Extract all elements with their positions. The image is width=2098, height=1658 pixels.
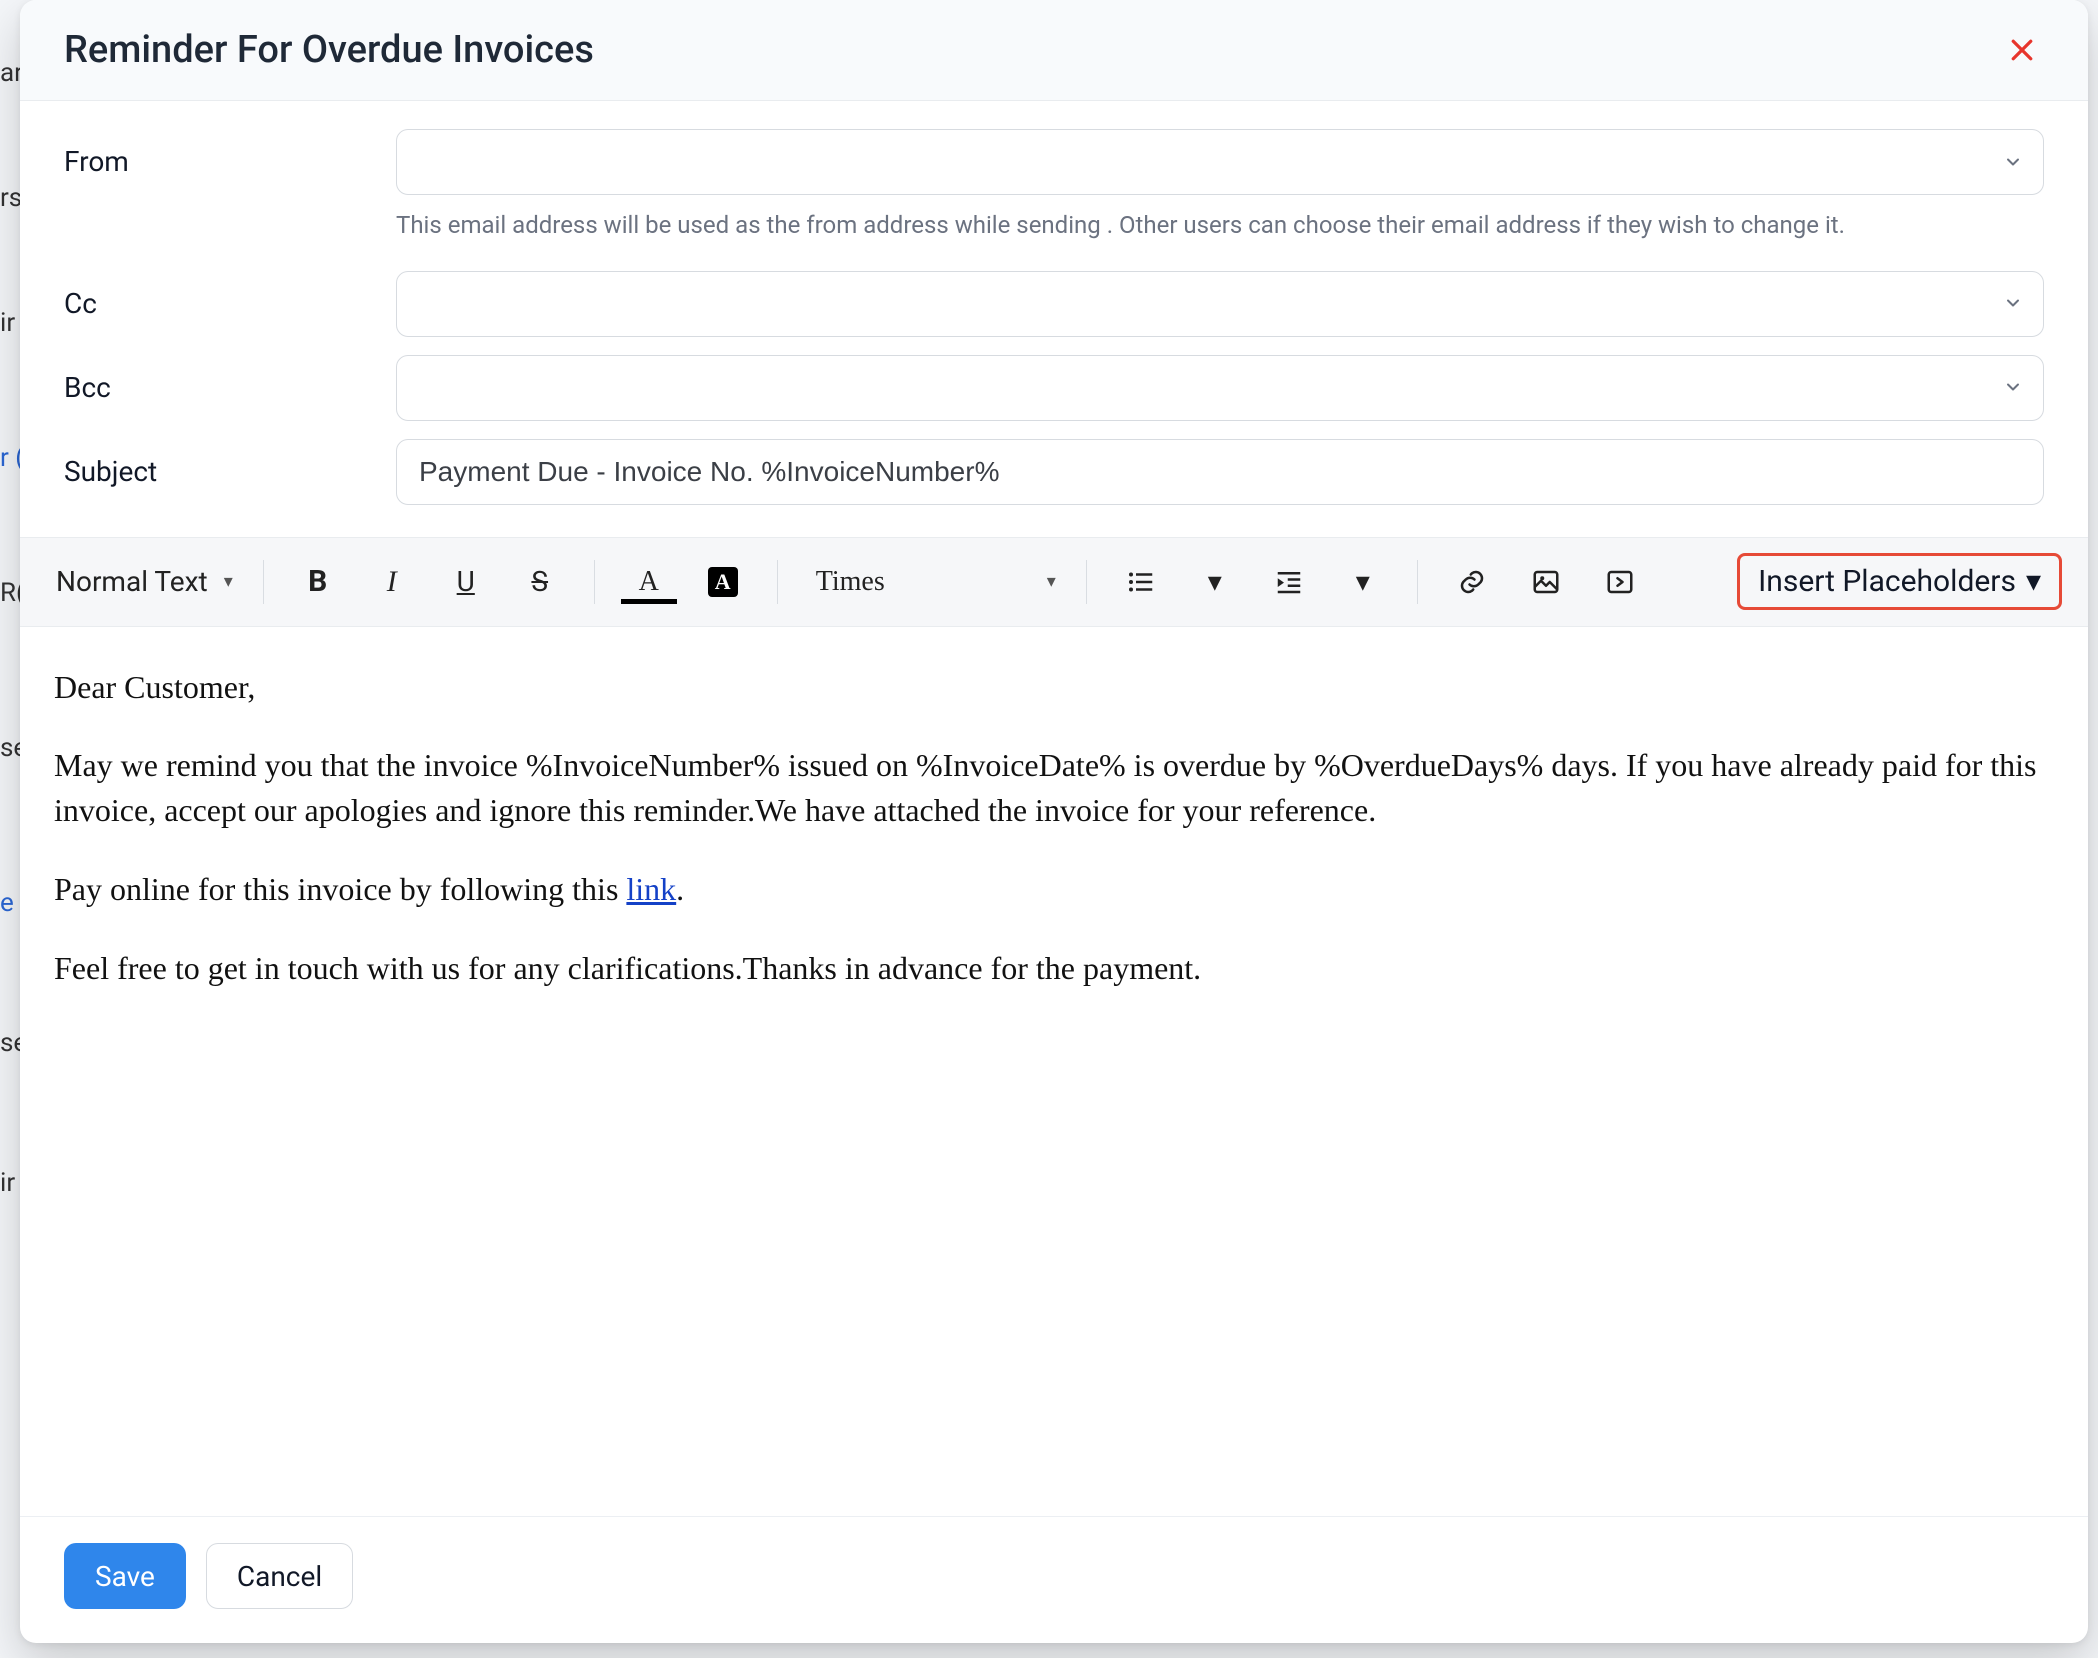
- bg-text: ir: [0, 1168, 15, 1198]
- caret-down-icon: ▾: [224, 571, 233, 592]
- reminder-modal: Reminder For Overdue Invoices From: [20, 0, 2088, 1643]
- cc-select[interactable]: [396, 271, 2044, 337]
- insert-link-button[interactable]: [1438, 554, 1506, 610]
- toolbar-separator: [777, 560, 778, 604]
- subject-input[interactable]: [417, 455, 2023, 489]
- email-form: From This email address will be used as …: [20, 101, 2088, 537]
- editor-pay-line: Pay online for this invoice by following…: [54, 867, 2054, 912]
- underline-button[interactable]: U: [432, 554, 500, 610]
- bullet-list-icon: [1126, 567, 1156, 597]
- image-icon: [1531, 567, 1561, 597]
- indent-button[interactable]: [1255, 554, 1323, 610]
- subject-label: Subject: [64, 439, 364, 488]
- toolbar-separator: [263, 560, 264, 604]
- insert-image-button[interactable]: [1512, 554, 1580, 610]
- modal-body: From This email address will be used as …: [20, 101, 2088, 1516]
- modal-header: Reminder For Overdue Invoices: [20, 0, 2088, 101]
- list-options-button[interactable]: ▾: [1181, 554, 1249, 610]
- font-color-button[interactable]: A: [615, 554, 683, 610]
- italic-button[interactable]: I: [358, 554, 426, 610]
- editor-toolbar: Normal Text ▾ B I U S A A Times: [20, 537, 2088, 627]
- code-view-button[interactable]: [1586, 554, 1654, 610]
- link-icon: [1457, 567, 1487, 597]
- chevron-down-icon: [2003, 287, 2023, 320]
- bold-button[interactable]: B: [284, 554, 352, 610]
- toolbar-separator: [1086, 560, 1087, 604]
- bg-text: e: [0, 888, 14, 918]
- editor-greeting: Dear Customer,: [54, 665, 2054, 710]
- code-icon: [1605, 567, 1635, 597]
- modal-title: Reminder For Overdue Invoices: [64, 28, 594, 72]
- cancel-button[interactable]: Cancel: [206, 1543, 353, 1609]
- chevron-down-icon: [2003, 146, 2023, 179]
- email-body-editor[interactable]: Dear Customer, May we remind you that th…: [20, 627, 2088, 1516]
- pay-prefix: Pay online for this invoice by following…: [54, 871, 626, 907]
- from-hint: This email address will be used as the f…: [396, 209, 2044, 243]
- pay-link[interactable]: link: [626, 871, 676, 907]
- save-button[interactable]: Save: [64, 1543, 186, 1609]
- bg-color-button[interactable]: A: [689, 554, 757, 610]
- indent-options-button[interactable]: ▾: [1329, 554, 1397, 610]
- strikethrough-button[interactable]: S: [506, 554, 574, 610]
- text-style-dropdown[interactable]: Normal Text ▾: [46, 554, 243, 610]
- text-style-label: Normal Text: [56, 565, 208, 598]
- font-color-indicator: [621, 599, 677, 604]
- caret-down-icon: ▾: [1047, 571, 1056, 592]
- bullet-list-button[interactable]: [1107, 554, 1175, 610]
- font-family-label: Times: [816, 566, 885, 598]
- chevron-down-icon: [2003, 371, 2023, 404]
- toolbar-separator: [594, 560, 595, 604]
- from-label: From: [64, 129, 364, 178]
- bg-text: rs: [0, 183, 22, 213]
- caret-down-icon: ▾: [1208, 565, 1222, 598]
- insert-placeholders-label: Insert Placeholders: [1758, 564, 2016, 599]
- from-select[interactable]: [396, 129, 2044, 195]
- bg-color-icon: A: [708, 567, 738, 597]
- bg-text: ir: [0, 308, 15, 338]
- cc-label: Cc: [64, 271, 364, 320]
- close-icon: [2007, 35, 2037, 65]
- bcc-select[interactable]: [396, 355, 2044, 421]
- close-button[interactable]: [2000, 28, 2044, 72]
- modal-footer: Save Cancel: [20, 1516, 2088, 1643]
- bcc-label: Bcc: [64, 355, 364, 404]
- editor-closing: Feel free to get in touch with us for an…: [54, 946, 2054, 991]
- toolbar-separator: [1417, 560, 1418, 604]
- font-family-dropdown[interactable]: Times ▾: [798, 554, 1066, 610]
- insert-placeholders-button[interactable]: Insert Placeholders ▾: [1737, 553, 2062, 610]
- editor-body1: May we remind you that the invoice %Invo…: [54, 743, 2054, 833]
- caret-down-icon: ▾: [2026, 564, 2041, 599]
- indent-icon: [1274, 567, 1304, 597]
- caret-down-icon: ▾: [1356, 565, 1370, 598]
- pay-suffix: .: [676, 871, 684, 907]
- subject-input-wrap: [396, 439, 2044, 505]
